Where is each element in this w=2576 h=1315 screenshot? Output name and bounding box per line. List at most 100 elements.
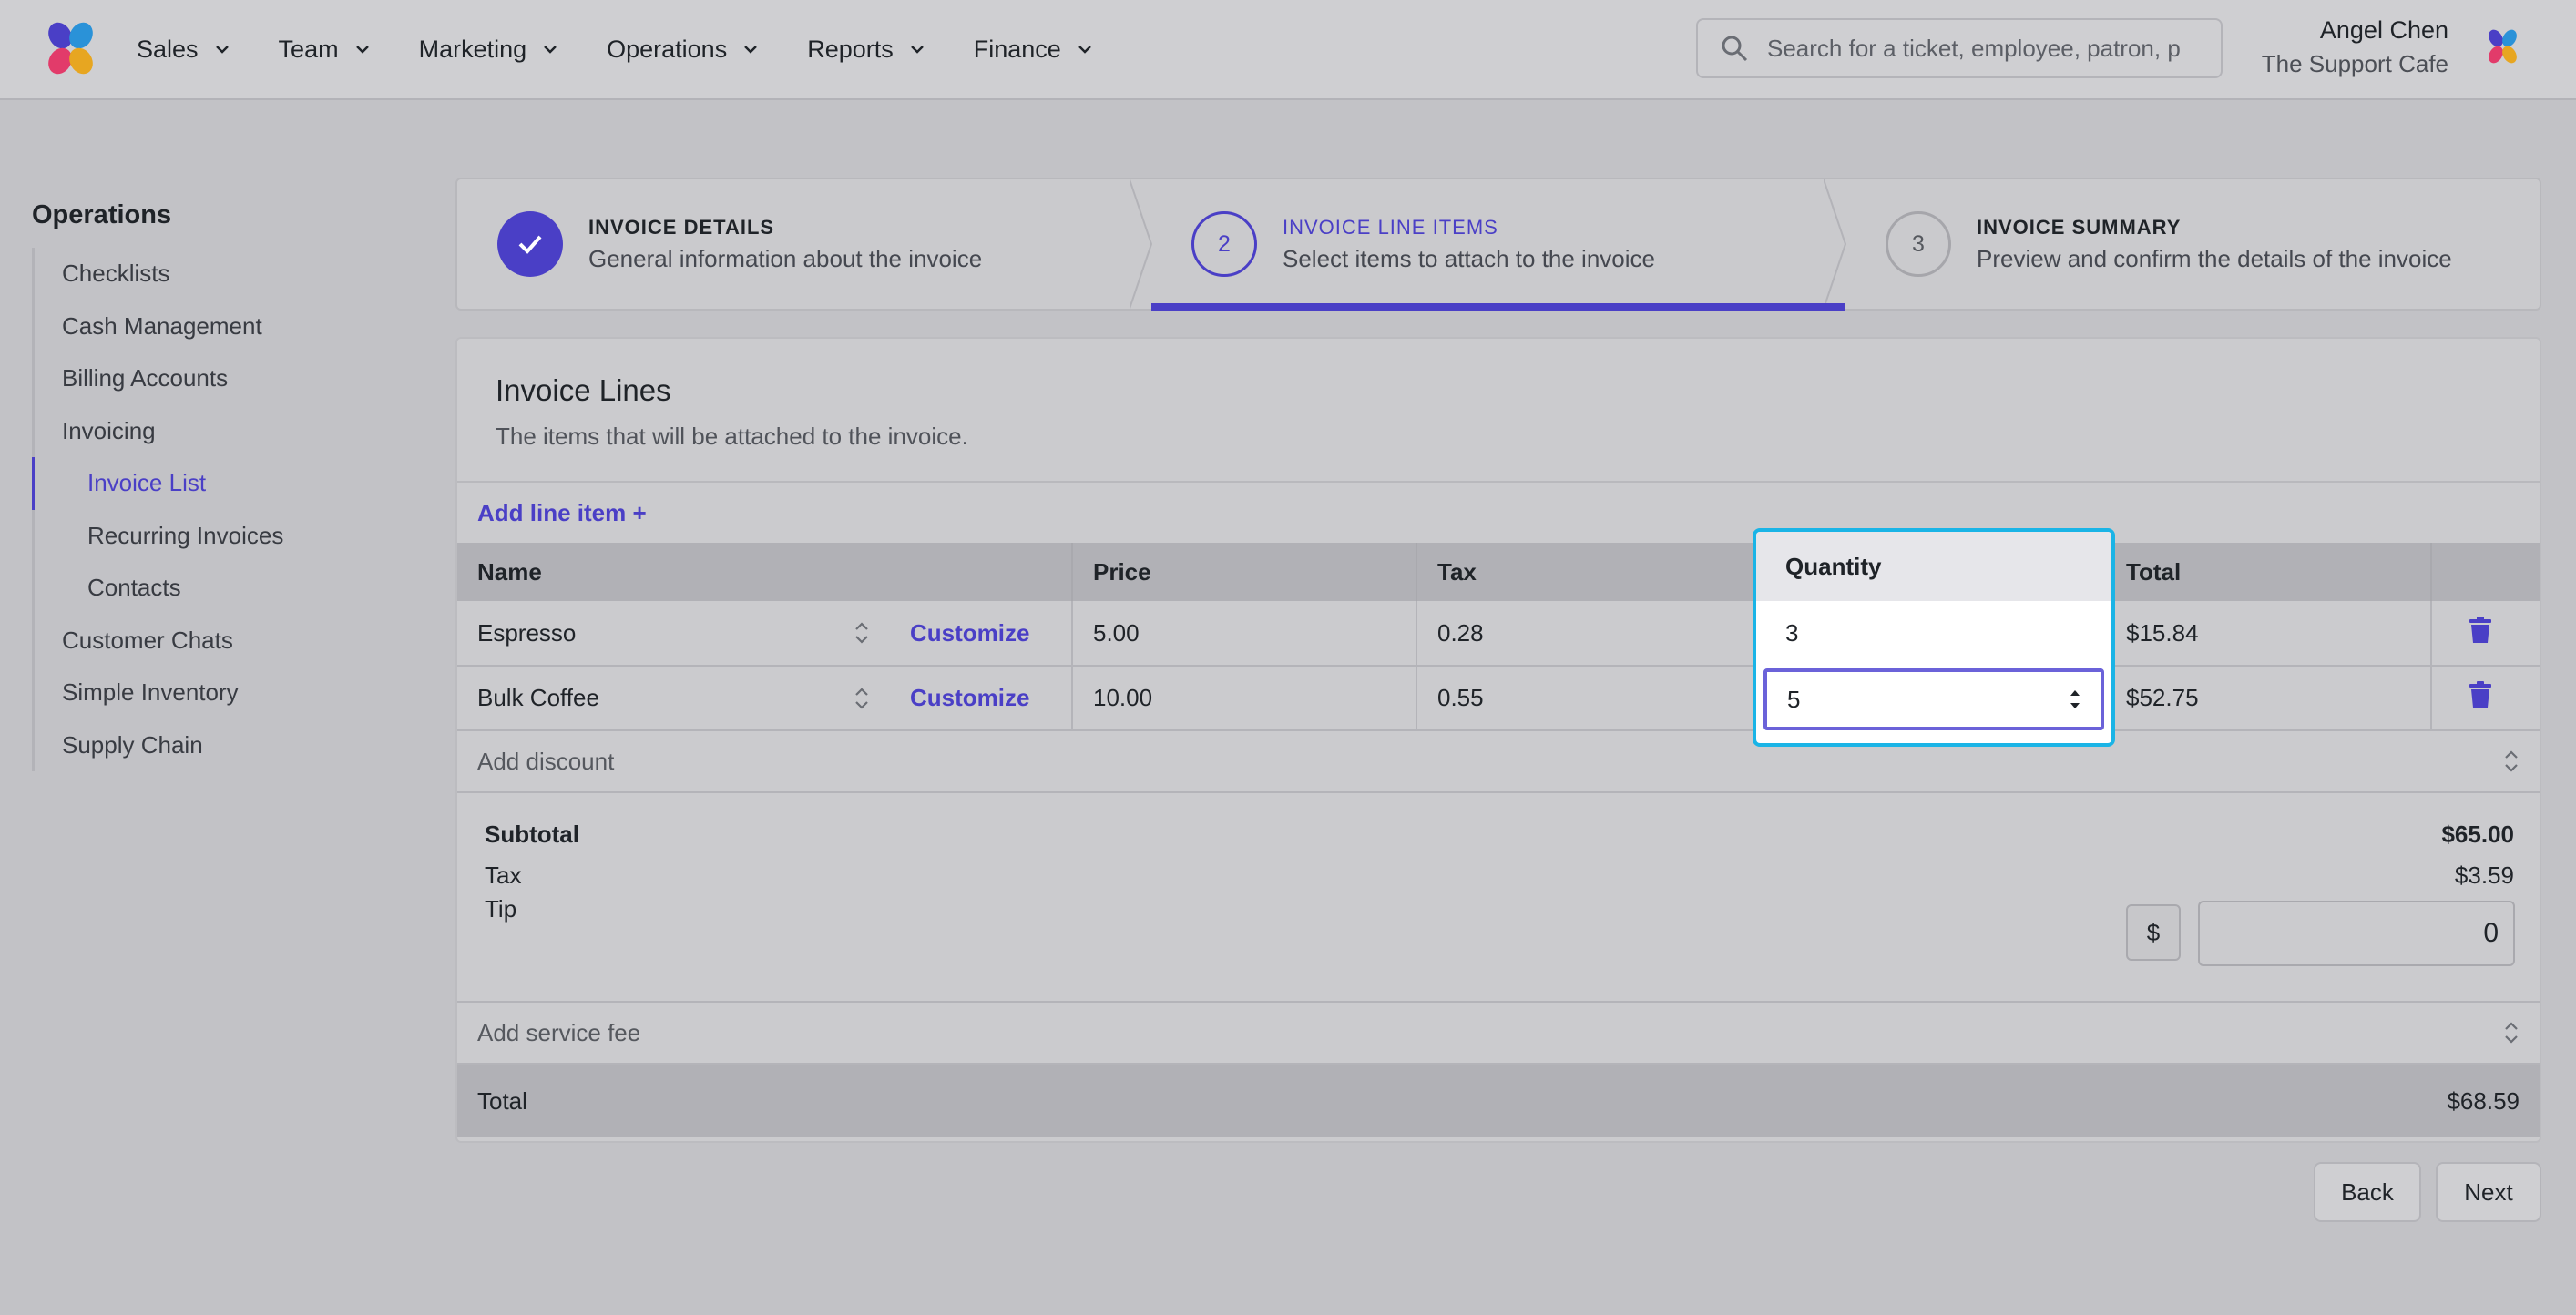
sidebar-item-recurring-invoices[interactable]: Recurring Invoices (35, 510, 396, 563)
nav-label: Operations (607, 35, 728, 63)
add-discount-select[interactable]: Add discount (457, 731, 2540, 793)
quantity-stepper-value: 5 (1787, 685, 1801, 713)
step-invoice-summary[interactable]: 3 INVOICE SUMMARY Preview and confirm th… (1845, 179, 2540, 309)
quantity-value[interactable]: 3 (1756, 601, 2111, 665)
org-logo-icon[interactable] (2483, 27, 2521, 66)
delete-cell (2431, 666, 2540, 731)
quantity-column-highlight: Quantity 3 5 (1753, 528, 2115, 747)
global-search[interactable] (1696, 18, 2223, 78)
column-header-total: Total (2105, 543, 2432, 601)
chevron-down-icon (1078, 46, 1091, 54)
tax-value: $3.59 (2454, 861, 2514, 889)
nav-reports[interactable]: Reports (807, 36, 925, 64)
user-info[interactable]: Angel Chen The Support Cafe (2262, 16, 2448, 78)
add-line-item-button[interactable]: Add line item + (457, 483, 2540, 543)
item-select[interactable]: Bulk Coffee (457, 666, 890, 731)
add-discount-label: Add discount (477, 747, 615, 775)
chevron-down-icon (355, 46, 369, 54)
column-header-name: Name (457, 543, 1073, 601)
nav-label: Reports (807, 35, 894, 63)
step-divider-icon (1824, 179, 1847, 309)
step-invoice-details[interactable]: INVOICE DETAILS General information abou… (457, 179, 1153, 309)
nav-operations[interactable]: Operations (607, 36, 758, 64)
top-navigation-bar: Sales Team Marketing Operations Reports … (0, 0, 2576, 100)
price-cell[interactable]: 5.00 (1072, 601, 1417, 667)
step-description: Preview and confirm the details of the i… (1977, 244, 2452, 272)
delete-cell (2431, 601, 2540, 667)
card-title: Invoice Lines (496, 373, 671, 407)
nav-label: Team (278, 35, 339, 63)
quantity-stepper[interactable]: 5 (1763, 668, 2104, 730)
step-description: Select items to attach to the invoice (1283, 244, 1655, 272)
invoice-steps: INVOICE DETAILS General information abou… (455, 178, 2541, 311)
step-number: 3 (1886, 211, 1951, 277)
sidebar: Checklists Cash Management Billing Accou… (32, 248, 396, 771)
column-header-actions (2431, 543, 2540, 601)
nav-label: Sales (137, 35, 199, 63)
chevron-down-icon (744, 46, 758, 54)
step-divider-icon (1130, 179, 1153, 309)
back-button[interactable]: Back (2314, 1162, 2421, 1222)
search-input[interactable] (1767, 34, 2195, 63)
total-cell: $15.84 (2105, 601, 2432, 667)
chevron-down-icon (544, 46, 557, 54)
table-row: Espresso Customize 5.00 0.28 3 $15.84 (457, 601, 2540, 667)
nav-team[interactable]: Team (279, 36, 370, 64)
tip-input[interactable] (2198, 901, 2515, 966)
sidebar-item-billing-accounts[interactable]: Billing Accounts (35, 352, 396, 405)
nav-finance[interactable]: Finance (974, 36, 1092, 64)
item-select[interactable]: Espresso (457, 601, 890, 667)
price-cell[interactable]: 10.00 (1072, 666, 1417, 731)
check-icon (518, 235, 542, 254)
grand-total-row: Total $68.59 (457, 1065, 2540, 1137)
chevron-down-icon (215, 46, 229, 54)
customize-link[interactable]: Customize (910, 619, 1029, 647)
invoice-lines-card: Invoice Lines The items that will be att… (455, 337, 2541, 1143)
subtotal-line: Subtotal $65.00 (485, 821, 2514, 849)
tip-currency-toggle[interactable]: $ (2126, 904, 2181, 961)
sidebar-item-invoicing[interactable]: Invoicing (35, 405, 396, 458)
stepper-arrows-icon[interactable] (2066, 685, 2084, 714)
select-arrows-icon (855, 622, 868, 644)
main-nav: Sales Team Marketing Operations Reports … (137, 0, 1141, 98)
quantity-header: Quantity (1756, 532, 2111, 601)
tax-cell[interactable]: 0.28 (1416, 601, 1762, 667)
sidebar-item-contacts[interactable]: Contacts (35, 562, 396, 615)
sidebar-item-invoice-list[interactable]: Invoice List (32, 457, 396, 510)
next-button[interactable]: Next (2436, 1162, 2541, 1222)
customize-link[interactable]: Customize (910, 684, 1029, 711)
add-service-fee-label: Add service fee (477, 1018, 641, 1046)
tip-label: Tip (485, 895, 517, 923)
customize-cell: Customize (890, 666, 1073, 731)
step-label: INVOICE DETAILS (588, 215, 775, 239)
user-name: Angel Chen (2319, 16, 2448, 44)
add-service-fee-select[interactable]: Add service fee (457, 1003, 2540, 1065)
item-name: Bulk Coffee (477, 684, 599, 711)
item-name: Espresso (477, 618, 577, 647)
nav-sales[interactable]: Sales (137, 36, 230, 64)
sidebar-item-simple-inventory[interactable]: Simple Inventory (35, 667, 396, 719)
nav-label: Finance (973, 35, 1061, 63)
trash-icon[interactable] (2469, 681, 2492, 708)
subtotal-value: $65.00 (2441, 821, 2514, 848)
total-cell: $52.75 (2105, 666, 2432, 731)
app-logo-icon[interactable] (42, 20, 98, 76)
sidebar-item-cash-management[interactable]: Cash Management (35, 301, 396, 353)
tax-cell[interactable]: 0.55 (1416, 666, 1762, 731)
nav-label: Marketing (418, 35, 527, 63)
nav-marketing[interactable]: Marketing (419, 36, 558, 64)
sidebar-item-checklists[interactable]: Checklists (35, 248, 396, 301)
step-number: 2 (1191, 211, 1257, 277)
step-invoice-line-items[interactable]: 2 INVOICE LINE ITEMS Select items to att… (1151, 179, 1847, 311)
select-arrows-icon (2505, 1022, 2518, 1044)
customize-cell: Customize (890, 601, 1073, 667)
sidebar-item-customer-chats[interactable]: Customer Chats (35, 615, 396, 668)
card-header: Invoice Lines The items that will be att… (457, 339, 2540, 483)
card-subtitle: The items that will be attached to the i… (496, 423, 968, 450)
step-label: INVOICE LINE ITEMS (1283, 215, 1498, 239)
grand-total-label: Total (477, 1086, 527, 1115)
user-org: The Support Cafe (2261, 50, 2448, 77)
sidebar-item-supply-chain[interactable]: Supply Chain (35, 719, 396, 772)
select-arrows-icon (855, 687, 868, 709)
trash-icon[interactable] (2469, 616, 2492, 644)
